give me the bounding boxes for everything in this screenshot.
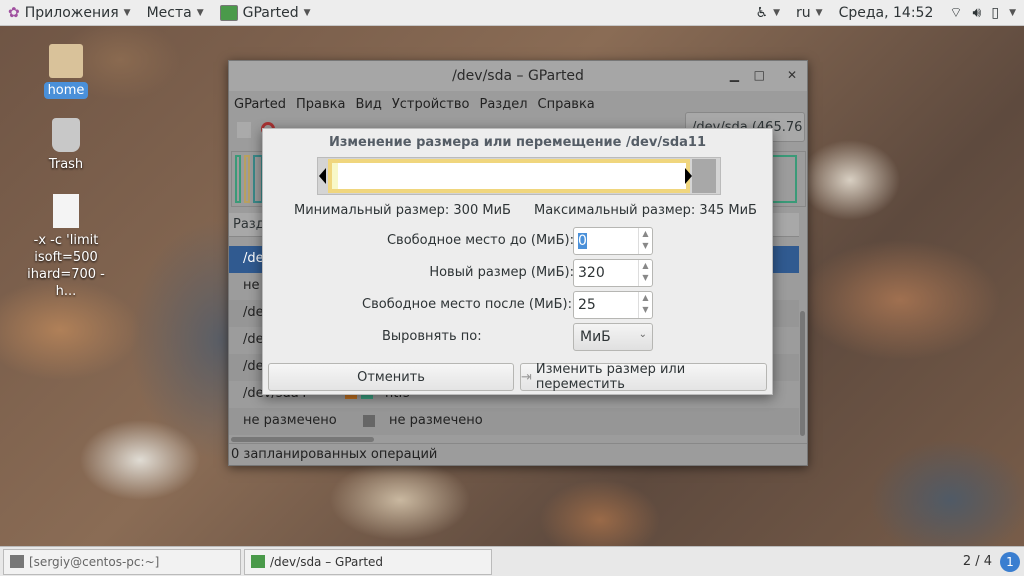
volume-icon: 🔊︎ (972, 4, 982, 21)
new-size-label: Новый размер (МиБ): (429, 265, 574, 280)
language-menu[interactable]: ru ▼ (788, 5, 831, 21)
menu-view[interactable]: Вид (355, 97, 381, 112)
clock[interactable]: Среда, 14:52 (831, 5, 942, 21)
maximize-button[interactable]: □ (754, 68, 765, 82)
app-menu[interactable]: GParted ▼ (212, 4, 319, 21)
wifi-icon: ⌔ (949, 4, 963, 21)
cancel-label: Отменить (357, 369, 425, 385)
new-size-spinner[interactable]: 320 ▲ ▼ (573, 259, 653, 287)
menu-gparted[interactable]: GParted (234, 97, 286, 112)
places-menu[interactable]: Места ▼ (139, 5, 212, 21)
menu-help[interactable]: Справка (538, 97, 595, 112)
left-resize-handle[interactable] (319, 168, 326, 184)
chevron-down-icon: ▼ (123, 7, 131, 18)
places-label: Места (146, 4, 192, 21)
status-text: 0 запланированных операций (231, 447, 438, 462)
desktop-icon-trash[interactable]: Trash (21, 118, 111, 173)
trash-icon (52, 118, 80, 152)
resize-move-button[interactable]: ⇥ Изменить размер или переместить (520, 362, 767, 392)
menu-edit[interactable]: Правка (296, 97, 345, 112)
menu-device[interactable]: Устройство (392, 97, 470, 112)
language-label: ru (796, 4, 811, 21)
applications-menu[interactable]: ✿ Приложения ▼ (0, 5, 139, 21)
align-combo[interactable]: МиБ ⌄ (573, 323, 653, 351)
home-label: home (43, 82, 89, 99)
vertical-scrollbar[interactable] (800, 311, 805, 436)
chevron-down-icon: ▼ (773, 7, 781, 18)
horizontal-scrollbar[interactable] (231, 437, 374, 442)
spin-arrows-icon[interactable]: ▲ ▼ (638, 228, 652, 254)
home-folder-icon (49, 44, 83, 78)
gparted-icon (219, 4, 238, 21)
chevron-down-icon: ▼ (815, 7, 823, 18)
resize-move-dialog: Изменение размера или перемещение /dev/s… (262, 128, 773, 395)
app-label: GParted (242, 4, 299, 21)
resize-icon: ⇥ (521, 369, 532, 385)
accessibility-menu[interactable]: ♿ ▼ (748, 5, 788, 21)
status-bar: 0 запланированных операций (229, 443, 807, 465)
chevron-down-icon: ▼ (1009, 7, 1016, 18)
used-space (332, 163, 338, 189)
table-row[interactable]: не размечено не размечено (229, 408, 799, 435)
free-before-label: Свободное место до (МиБ): (386, 233, 574, 248)
right-resize-handle[interactable] (685, 168, 692, 184)
free-space-after (692, 159, 716, 193)
window-title: /dev/sda – GParted (452, 68, 584, 84)
new-size-value: 320 (578, 265, 605, 281)
task-label: [sergiy@centos-pc:~] (29, 554, 160, 569)
free-after-label: Свободное место после (МиБ): (362, 297, 572, 312)
close-button[interactable]: ✕ (787, 68, 797, 82)
window-titlebar[interactable]: /dev/sda – GParted ▁ □ ✕ (229, 61, 807, 91)
workspace-indicator[interactable]: 2 / 4 (963, 554, 992, 569)
battery-icon: ▯ (991, 4, 1000, 21)
chevron-down-icon: ▼ (303, 7, 311, 18)
top-bar: ✿ Приложения ▼ Места ▼ GParted ▼ ♿ ▼ ru ▼ Сред… (0, 0, 1024, 26)
menu-partition[interactable]: Раздел (479, 97, 527, 112)
resize-label: Изменить размер или переместить (535, 362, 686, 392)
spin-arrows-icon[interactable]: ▲ ▼ (638, 260, 652, 286)
spin-arrows-icon[interactable]: ▲ ▼ (638, 292, 652, 318)
max-size-label: Максимальный размер: 345 МиБ (534, 203, 757, 218)
row-partition: не размечено (243, 413, 337, 428)
resize-bar[interactable] (317, 157, 721, 195)
align-label: Выровнять по: (382, 329, 482, 344)
free-before-value: 0 (578, 233, 587, 249)
new-icon[interactable] (237, 122, 251, 138)
clock-label: Среда, 14:52 (838, 4, 934, 21)
apps-icon: ✿ (8, 4, 20, 21)
gparted-icon (251, 555, 265, 568)
cancel-button[interactable]: Отменить (268, 363, 514, 391)
partition-block[interactable] (328, 159, 690, 193)
file-label: -x -c 'limit isoft=500 ihard=700 -h... (27, 233, 105, 299)
chevron-down-icon: ⌄ (638, 329, 647, 340)
free-after-value: 25 (578, 297, 596, 313)
accessibility-icon: ♿ (755, 4, 769, 21)
chevron-down-icon: ▼ (196, 7, 204, 18)
dialog-title: Изменение размера или перемещение /dev/s… (328, 135, 707, 150)
task-label: /dev/sda – GParted (270, 554, 384, 569)
system-menu[interactable]: ⌔ 🔊︎ ▯ ▼ (941, 4, 1024, 22)
apps-label: Приложения (24, 4, 119, 21)
desktop-icon-home[interactable]: home (21, 44, 111, 99)
minimize-button[interactable]: ▁ (730, 68, 739, 82)
row-fs: не размечено (389, 413, 483, 428)
task-gparted[interactable]: /dev/sda – GParted (244, 548, 492, 575)
free-after-spinner[interactable]: 25 ▲ ▼ (573, 291, 653, 319)
taskbar: [sergiy@centos-pc:~] /dev/sda – GParted … (0, 546, 1024, 576)
terminal-icon (10, 555, 24, 568)
fs-color-icon (363, 415, 375, 427)
trash-label: Trash (48, 157, 84, 172)
free-before-spinner[interactable]: 0 ▲ ▼ (573, 227, 653, 255)
align-value: МиБ (580, 329, 611, 345)
desktop-icon-file[interactable]: -x -c 'limit isoft=500 ihard=700 -h... (21, 194, 111, 300)
task-terminal[interactable]: [sergiy@centos-pc:~] (3, 548, 241, 575)
text-file-icon (53, 194, 79, 228)
min-size-label: Минимальный размер: 300 МиБ (294, 203, 511, 218)
notification-badge[interactable]: 1 (1000, 551, 1020, 572)
